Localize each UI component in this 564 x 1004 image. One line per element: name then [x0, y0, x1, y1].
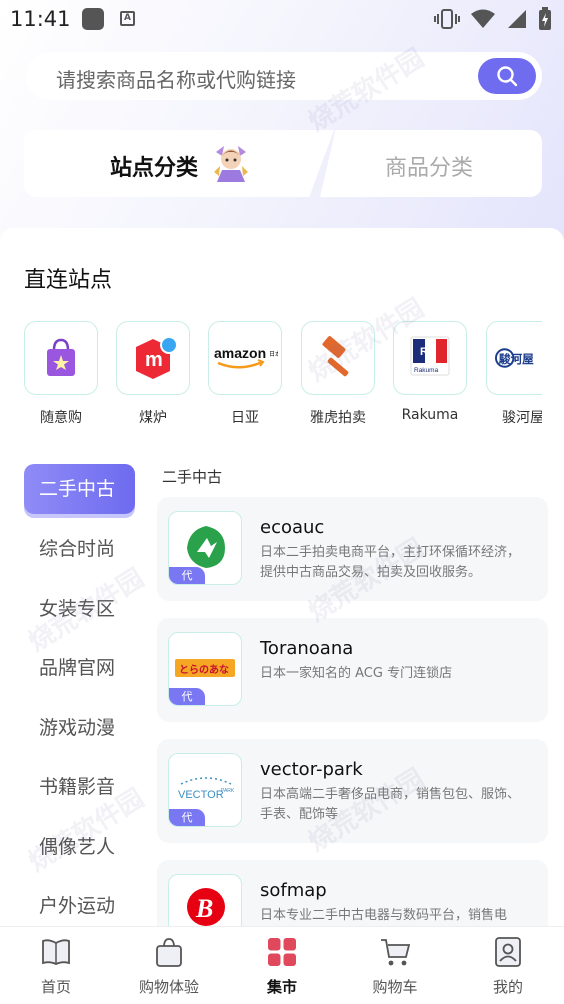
category-item-brand[interactable]: 品牌官网: [24, 642, 135, 702]
shop-card-ecoauc[interactable]: 代 ecoauc 日本二手拍卖电商平台，主打环保循环经济，提供中古商品交易、拍卖…: [157, 497, 548, 601]
category-item-outdoor[interactable]: 户外运动: [24, 880, 135, 928]
mercari-icon: m: [116, 321, 190, 395]
shop-card-sofmap[interactable]: B 代 sofmap 日本专业二手中古电器与数码平台，销售电脑、手机等: [157, 860, 548, 928]
search-icon: [497, 66, 518, 87]
surugaya-logo-text: 駿河屋: [499, 352, 534, 366]
amazon-logo-sub: 日本: [269, 350, 278, 358]
vector-logo-sub: PARK: [221, 788, 235, 794]
amazon-logo-text: amazon: [214, 345, 266, 361]
nav-profile[interactable]: 我的: [458, 935, 558, 997]
vector-logo-text: VECTOR: [178, 789, 224, 801]
shop-section-title: 二手中古: [162, 468, 223, 486]
nav-home[interactable]: 首页: [6, 935, 106, 997]
rakuma-icon: R Rakuma: [393, 321, 467, 395]
site-item-mercari[interactable]: m 煤炉: [116, 321, 192, 427]
tab-product-category[interactable]: 商品分类: [320, 130, 542, 197]
shop-name: vector-park: [260, 759, 363, 780]
site-item-yahoo-auction[interactable]: 雅虎拍卖: [301, 321, 377, 427]
nav-label: 集市: [266, 978, 297, 996]
nav-label: 购物车: [372, 978, 418, 996]
proxy-badge: 代: [169, 688, 205, 705]
category-item-fashion[interactable]: 综合时尚: [24, 523, 135, 583]
surugaya-icon: 駿河屋: [486, 321, 542, 395]
auction-hammer-icon: [301, 321, 375, 395]
status-icons: [434, 7, 552, 31]
proxy-badge: 代: [169, 809, 205, 826]
site-label: 煤炉: [139, 410, 167, 426]
site-item-rakuma[interactable]: R Rakuma Rakuma: [393, 321, 469, 423]
category-item-books-media[interactable]: 书籍影音: [24, 761, 135, 821]
market-panel: 直连站点 随意购 m 煤炉 amazon 日 日亚 雅虎拍卖 R Rakuma …: [0, 228, 564, 928]
profile-icon: [495, 937, 521, 967]
vector-park-logo-icon: VECTOR PARK 代: [168, 753, 242, 827]
search-input[interactable]: 请搜索商品名称或代购链接: [56, 64, 296, 93]
tab-product-category-label: 商品分类: [385, 156, 474, 181]
direct-sites-row[interactable]: 随意购 m 煤炉 amazon 日本 日亚: [24, 321, 542, 431]
site-label: Rakuma: [401, 407, 459, 423]
grid-icon: [268, 938, 296, 966]
nav-shopping-experience[interactable]: 购物体验: [119, 935, 219, 997]
amazon-jp-icon: amazon 日本: [208, 321, 282, 395]
ecoauc-logo-icon: 代: [168, 511, 242, 585]
book-icon: [42, 939, 70, 965]
toranoana-logo-icon: とらのあな 代: [168, 632, 242, 706]
mascot-icon: [214, 146, 248, 182]
toranoana-logo-text: とらのあな: [179, 663, 229, 676]
cart-icon: [381, 939, 411, 966]
status-bar: 11:41 A: [0, 0, 564, 38]
gift-bag-icon: [24, 321, 98, 395]
signal-icon: [508, 10, 526, 28]
site-label: 随意购: [40, 410, 82, 426]
svg-text:m: m: [145, 349, 163, 371]
notification-a-icon: A: [120, 11, 135, 26]
nav-label: 首页: [40, 978, 71, 996]
proxy-badge: 代: [169, 567, 205, 584]
svg-text:B: B: [195, 894, 213, 923]
shop-card-vector-park[interactable]: VECTOR PARK 代 vector-park 日本高端二手奢侈品电商，销售…: [157, 739, 548, 843]
shop-desc: 日本专业二手中古电器与数码平台，销售电脑、手机等: [260, 908, 508, 923]
category-list[interactable]: 二手中古 综合时尚 女装专区 品牌官网 游戏动漫 书籍影音 偶像艺人 户外运动: [24, 464, 135, 928]
wifi-icon: [471, 9, 495, 28]
category-item-used[interactable]: 二手中古: [24, 464, 135, 514]
shop-name: Toranoana: [260, 638, 354, 659]
bottom-nav: 首页 购物体验 集市 购物车 我的: [0, 926, 564, 1004]
shopping-bag-icon: [156, 938, 182, 967]
rakuma-logo-text: Rakuma: [414, 367, 439, 374]
nav-label: 购物体验: [138, 978, 199, 996]
nav-market[interactable]: 集市: [232, 935, 332, 997]
shop-desc: 日本二手拍卖电商平台，主打环保循环经济，提供中古商品交易、拍卖及回收服务。: [260, 545, 521, 580]
site-item-suiyigou[interactable]: 随意购: [24, 321, 100, 427]
site-label: 雅虎拍卖: [310, 410, 366, 426]
sofmap-logo-icon: B 代: [168, 874, 242, 928]
nav-cart[interactable]: 购物车: [345, 935, 445, 997]
notification-app-icon: [82, 8, 104, 30]
vibrate-icon: [434, 9, 460, 29]
shop-name: sofmap: [260, 880, 327, 901]
category-item-game-anime[interactable]: 游戏动漫: [24, 702, 135, 762]
shop-desc: 日本高端二手奢侈品电商，销售包包、服饰、手表、配饰等: [260, 787, 521, 822]
status-time: 11:41: [10, 7, 71, 31]
category-item-womens[interactable]: 女装专区: [24, 583, 135, 643]
site-label: 骏河屋: [502, 410, 542, 426]
site-label: 日亚: [231, 410, 259, 426]
site-item-surugaya[interactable]: 駿河屋 骏河屋: [486, 321, 542, 427]
search-button[interactable]: [478, 58, 536, 94]
nav-label: 我的: [492, 978, 523, 996]
shop-card-toranoana[interactable]: とらのあな 代 Toranoana 日本一家知名的 ACG 专门连锁店: [157, 618, 548, 722]
tab-site-category-label: 站点分类: [110, 156, 199, 181]
search-bar[interactable]: 请搜索商品名称或代购链接: [26, 52, 542, 100]
category-item-idols[interactable]: 偶像艺人: [24, 821, 135, 881]
battery-icon: [539, 7, 551, 30]
tab-site-category[interactable]: 站点分类: [24, 130, 334, 197]
svg-text:R: R: [420, 346, 428, 358]
shop-desc: 日本一家知名的 ACG 专门连锁店: [260, 666, 453, 681]
site-item-amazon-jp[interactable]: amazon 日本 日亚: [208, 321, 284, 427]
direct-sites-title: 直连站点: [24, 268, 113, 293]
shop-name: ecoauc: [260, 517, 325, 538]
